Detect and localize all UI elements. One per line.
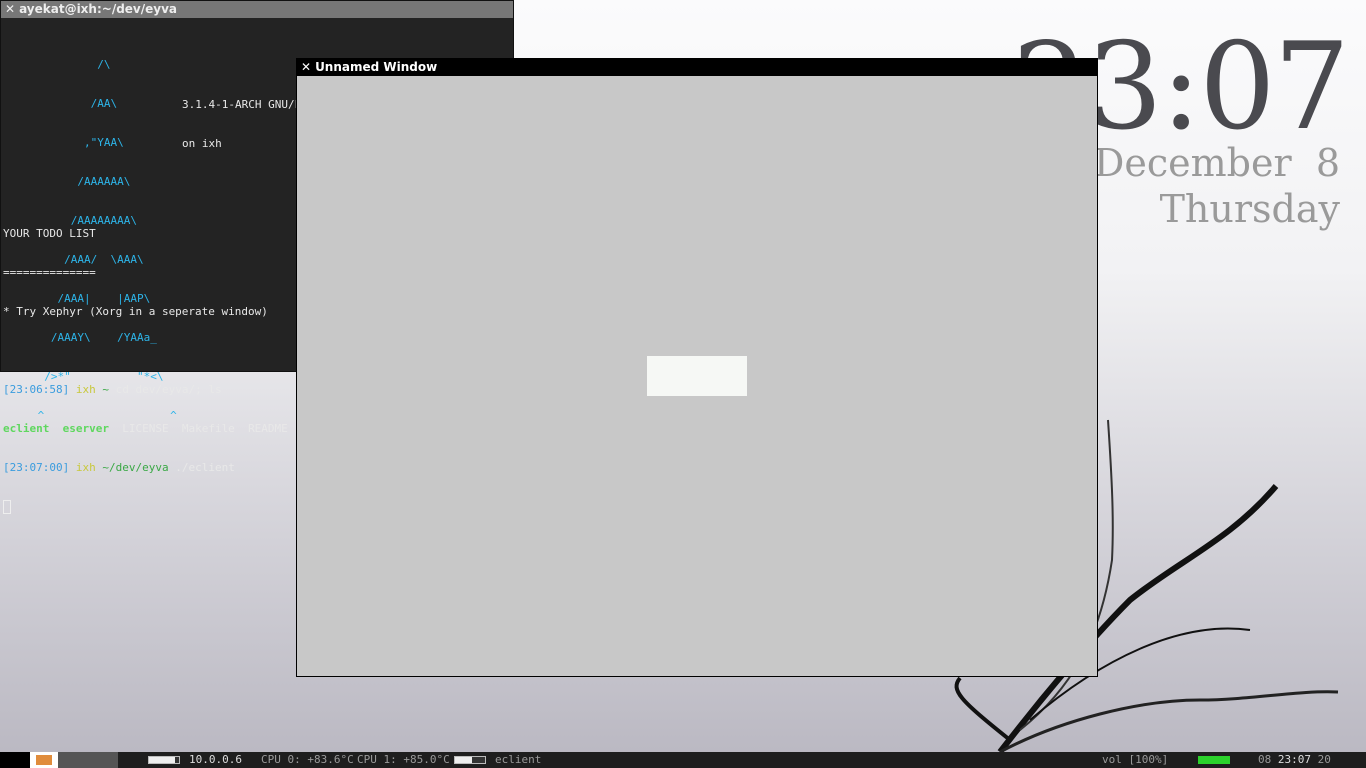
workspace-1[interactable] [0, 752, 30, 768]
close-icon[interactable]: ✕ [5, 2, 15, 16]
network-meter [148, 756, 180, 764]
cpu0-temp: CPU 0: +83.6°C [261, 753, 354, 766]
terminal-output: YOUR TODO LIST ============== * Try Xeph… [3, 201, 321, 540]
ls-output: eclient eserver LICENSE Makefile README … [3, 422, 321, 435]
terminal-cursor [3, 500, 11, 514]
focused-app-name: eclient [495, 753, 542, 766]
workspace-2-active[interactable] [30, 752, 58, 768]
volume-bar[interactable] [1198, 756, 1230, 764]
ip-address: 10.0.0.6 [189, 753, 242, 766]
unnamed-window-title: Unnamed Window [315, 60, 438, 74]
prompt-line: [23:06:58] ixh ~ cd dev/eyva/; ls [3, 383, 222, 396]
terminal-title: ayekat@ixh:~/dev/eyva [19, 2, 178, 16]
memory-meter [454, 756, 486, 764]
todo-title: YOUR TODO LIST [3, 227, 96, 240]
todo-rule: ============== [3, 266, 96, 279]
close-icon[interactable]: ✕ [301, 60, 311, 74]
desktop-clock-day: Thursday [1159, 187, 1340, 231]
unnamed-window-titlebar[interactable]: ✕ Unnamed Window [297, 59, 1097, 76]
volume-label[interactable]: vol [100%] [1102, 752, 1168, 768]
todo-item: * Try Xephyr (Xorg in a seperate window) [3, 305, 268, 318]
window-indicator-icon [36, 755, 52, 765]
terminal-titlebar[interactable]: ✕ ayekat@ixh:~/dev/eyva [1, 1, 513, 18]
workspace-3[interactable] [58, 752, 118, 768]
unnamed-window[interactable]: ✕ Unnamed Window [296, 58, 1098, 677]
client-rectangle[interactable] [647, 356, 747, 396]
prompt-line: [23:07:00] ixh ~/dev/eyva ./eclient [3, 461, 235, 474]
status-datetime: 08 23:07 20 [1258, 753, 1331, 766]
desktop-clock-date: December 8 [1093, 141, 1340, 185]
status-bar: 10.0.0.6 CPU 0: +83.6°C CPU 1: +85.0°C e… [0, 752, 1366, 768]
cpu1-temp: CPU 1: +85.0°C [357, 753, 450, 766]
system-info: 3.1.4-1-ARCH GNU/Li on ixh [182, 98, 308, 150]
